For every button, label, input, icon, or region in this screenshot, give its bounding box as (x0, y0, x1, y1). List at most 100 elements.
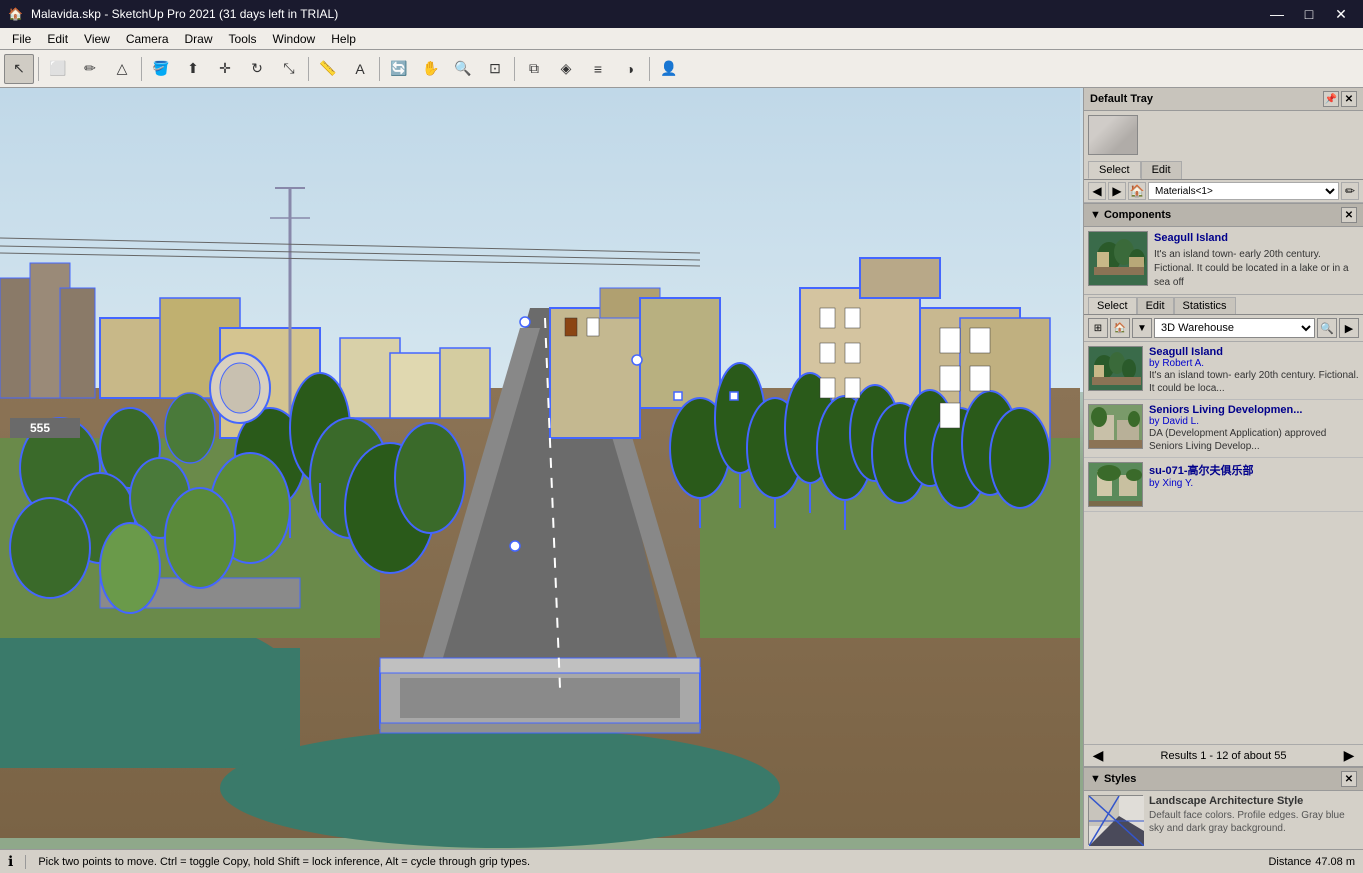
menu-file[interactable]: File (4, 28, 39, 49)
component-description: It's an island town- early 20th century.… (1154, 248, 1359, 290)
pushpull-tool[interactable]: ⬆ (178, 54, 208, 84)
result-thumb-1 (1088, 346, 1143, 391)
maximize-button[interactable]: □ (1295, 4, 1323, 24)
style-card: Landscape Architecture Style Default fac… (1084, 791, 1363, 849)
result-thumb-2 (1088, 404, 1143, 449)
menu-help[interactable]: Help (323, 28, 364, 49)
nav-sample-button[interactable]: ✏ (1341, 182, 1359, 200)
style-name: Landscape Architecture Style (1149, 795, 1359, 807)
pencil-tool[interactable]: ✏ (75, 54, 105, 84)
minimize-button[interactable]: — (1263, 4, 1291, 24)
search-refresh-button[interactable]: ▶ (1339, 318, 1359, 338)
tape-tool[interactable]: 📏 (313, 54, 343, 84)
list-navigation: ◀ Results 1 - 12 of about 55 ▶ (1084, 744, 1363, 766)
comp-tab-statistics[interactable]: Statistics (1174, 297, 1236, 314)
info-icon: ℹ (8, 853, 13, 870)
result-author-2[interactable]: by David L. (1149, 416, 1359, 427)
home-model-button[interactable]: 🏠 (1110, 318, 1130, 338)
nav-home-button[interactable]: 🏠 (1128, 182, 1146, 200)
main-content: 555 Default Tray 📌 ✕ Select Edit ◀ ▶ 🏠 (0, 88, 1363, 849)
menubar: File Edit View Camera Draw Tools Window … (0, 28, 1363, 50)
svg-text:555: 555 (30, 421, 50, 435)
result-title-2[interactable]: Seniors Living Developmen... (1149, 404, 1359, 416)
styles-section-header[interactable]: ▼ Styles ✕ (1084, 767, 1363, 791)
zoom-tool[interactable]: 🔍 (448, 54, 478, 84)
paint-tool[interactable]: 🪣 (146, 54, 176, 84)
rotate-tool[interactable]: ↻ (242, 54, 272, 84)
sep1 (38, 57, 39, 81)
component-thumbnail (1088, 231, 1148, 286)
result-title-3[interactable]: su-071-高尔夫俱乐部 (1149, 462, 1359, 478)
material-preview-area (1084, 111, 1363, 159)
materials-dropdown[interactable]: Materials<1> (1148, 182, 1339, 200)
zoom-ext-tool[interactable]: ⊡ (480, 54, 510, 84)
tray-close-button[interactable]: ✕ (1341, 91, 1357, 107)
material-tabs: Select Edit (1084, 159, 1363, 180)
results-count: Results 1 - 12 of about 55 (1161, 750, 1287, 762)
default-tray-header: Default Tray 📌 ✕ (1084, 88, 1363, 111)
shape-tool[interactable]: △ (107, 54, 137, 84)
styles-section-title: ▼ Styles (1090, 773, 1136, 785)
result-author-1[interactable]: by Robert A. (1149, 358, 1359, 369)
orbit-tool[interactable]: 🔄 (384, 54, 414, 84)
select-tool[interactable]: ↖ (4, 54, 34, 84)
menu-window[interactable]: Window (265, 28, 324, 49)
menu-edit[interactable]: Edit (39, 28, 76, 49)
styles-tool[interactable]: ◑ (615, 54, 645, 84)
scene-svg: 555 (0, 88, 1083, 849)
menu-tools[interactable]: Tools (221, 28, 265, 49)
material-tab-edit[interactable]: Edit (1141, 161, 1182, 179)
grid-view-button[interactable]: ⊞ (1088, 318, 1108, 338)
viewport[interactable]: 555 (0, 88, 1083, 849)
result-thumb-svg-2 (1089, 405, 1143, 449)
nav-forward-button[interactable]: ▶ (1108, 182, 1126, 200)
menu-draw[interactable]: Draw (177, 28, 221, 49)
result-desc-2: DA (Development Application) approved Se… (1149, 427, 1359, 453)
comp-tab-edit[interactable]: Edit (1137, 297, 1174, 314)
tray-pin-button[interactable]: 📌 (1323, 91, 1339, 107)
component-tabs: Select Edit Statistics (1084, 295, 1363, 315)
prev-page-button[interactable]: ◀ (1088, 747, 1108, 764)
scale-tool[interactable]: ⤡ (274, 54, 304, 84)
result-title-1[interactable]: Seagull Island (1149, 346, 1359, 358)
result-item-1[interactable]: Seagull Island by Robert A. It's an isla… (1084, 342, 1363, 400)
text-tool[interactable]: A (345, 54, 375, 84)
status-message: Pick two points to move. Ctrl = toggle C… (38, 856, 530, 868)
material-tab-select[interactable]: Select (1088, 161, 1141, 179)
result-info-2: Seniors Living Developmen... by David L.… (1149, 404, 1359, 453)
menu-view[interactable]: View (76, 28, 118, 49)
warehouse-search-dropdown[interactable]: 3D Warehouse (1154, 318, 1315, 338)
model-button[interactable]: ▼ (1132, 318, 1152, 338)
pan-tool[interactable]: ✋ (416, 54, 446, 84)
next-page-button[interactable]: ▶ (1339, 747, 1359, 764)
layer-tool[interactable]: ≡ (583, 54, 613, 84)
styles-section: ▼ Styles ✕ Landscape Architecture Style (1084, 766, 1363, 849)
app-title: Malavida.skp - SketchUp Pro 2021 (31 day… (31, 7, 338, 21)
components-tool[interactable]: ◈ (551, 54, 581, 84)
results-list[interactable]: Seagull Island by Robert A. It's an isla… (1084, 342, 1363, 744)
sep5 (514, 57, 515, 81)
result-author-3[interactable]: by Xing Y. (1149, 478, 1359, 489)
section-tool[interactable]: ⧉ (519, 54, 549, 84)
sep2 (141, 57, 142, 81)
close-button[interactable]: ✕ (1327, 4, 1355, 24)
result-info-1: Seagull Island by Robert A. It's an isla… (1149, 346, 1359, 395)
menu-camera[interactable]: Camera (118, 28, 177, 49)
result-item-2[interactable]: Seniors Living Developmen... by David L.… (1084, 400, 1363, 458)
result-item-3[interactable]: su-071-高尔夫俱乐部 by Xing Y. (1084, 458, 1363, 512)
search-button[interactable]: 🔍 (1317, 318, 1337, 338)
move-tool[interactable]: ✛ (210, 54, 240, 84)
distance-value: 47.08 m (1315, 856, 1355, 868)
nav-back-button[interactable]: ◀ (1088, 182, 1106, 200)
eraser-tool[interactable]: ⬜ (43, 54, 73, 84)
tray-controls: 📌 ✕ (1323, 91, 1357, 107)
style-info: Landscape Architecture Style Default fac… (1149, 795, 1359, 845)
components-close-button[interactable]: ✕ (1341, 207, 1357, 223)
comp-tab-select[interactable]: Select (1088, 297, 1137, 314)
sep6 (649, 57, 650, 81)
styles-close-button[interactable]: ✕ (1341, 771, 1357, 787)
person-tool[interactable]: 👤 (654, 54, 684, 84)
titlebar: 🏠 Malavida.skp - SketchUp Pro 2021 (31 d… (0, 0, 1363, 28)
components-section-header[interactable]: ▼ Components ✕ (1084, 203, 1363, 227)
result-info-3: su-071-高尔夫俱乐部 by Xing Y. (1149, 462, 1359, 507)
